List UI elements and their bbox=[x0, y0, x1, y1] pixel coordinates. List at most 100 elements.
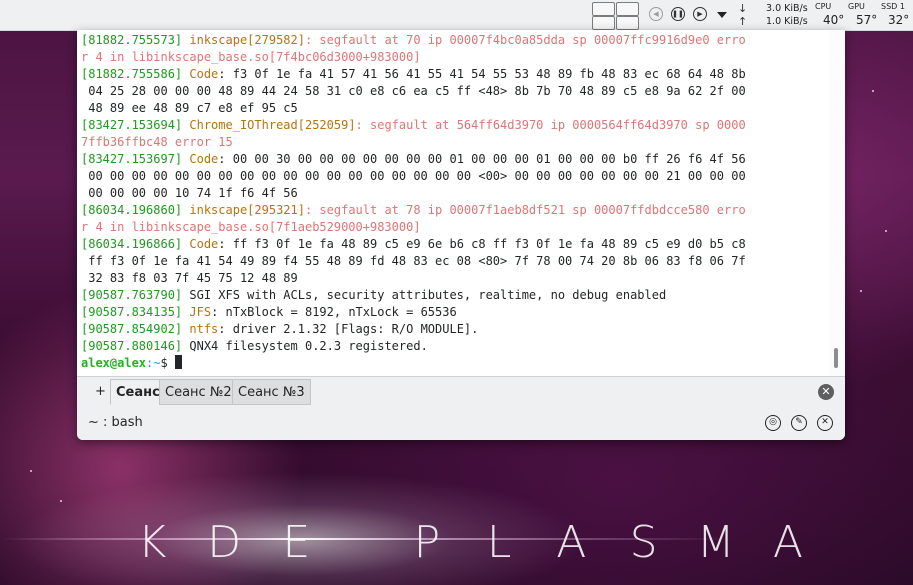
terminal-text: 48 89 ee 48 89 c7 e8 ef 95 c5 bbox=[81, 101, 298, 115]
prompt-line[interactable]: alex@alex:~$ bbox=[81, 355, 826, 372]
virtual-desktop-1[interactable] bbox=[592, 2, 615, 16]
terminal-line: 00 00 00 00 00 00 00 00 00 00 00 00 00 0… bbox=[81, 168, 826, 185]
terminal-text: Chrome_IOThread[252059] bbox=[189, 118, 356, 132]
status-bar: ~ : bash ◎ ✎ ✕ bbox=[77, 407, 845, 440]
terminal-output: [81882.755573] inkscape[279582]: segfaul… bbox=[81, 32, 826, 372]
close-circle-icon[interactable]: ✕ bbox=[818, 384, 834, 400]
virtual-desktop-3[interactable] bbox=[592, 16, 615, 30]
logo-letter: S bbox=[629, 516, 658, 568]
tab-session-1[interactable]: Сеанс bbox=[110, 379, 166, 405]
pause-icon[interactable]: ❚❚ bbox=[671, 7, 685, 21]
terminal-text: ntfs bbox=[189, 322, 219, 336]
close-session-icon[interactable]: ✕ bbox=[817, 415, 833, 431]
terminal-text: : segfault at 78 ip 00007f1aeb8df521 sp … bbox=[304, 203, 746, 217]
virtual-desktop-2[interactable] bbox=[616, 2, 639, 16]
terminal-text: : segfault at 70 ip 00007f4bc0a85dda sp … bbox=[304, 33, 746, 47]
terminal-line: r 4 in libinkscape_base.so[7f1aeb529000+… bbox=[81, 219, 826, 236]
terminal-text: [81882.755573] bbox=[81, 33, 190, 47]
terminal-text: [81882.755586] bbox=[81, 67, 190, 81]
cpu-label: CPU bbox=[815, 2, 832, 11]
tab-session-3[interactable]: Сеанс №3 bbox=[232, 379, 311, 405]
terminal-text: : segfault at 564ff64d3970 ip 0000564ff6… bbox=[355, 118, 746, 132]
terminal-text: : f3 0f 1e fa 41 57 41 56 41 55 41 54 55… bbox=[218, 67, 746, 81]
terminal-text: 00 00 00 00 10 74 1f f6 4f 56 bbox=[81, 186, 298, 200]
session-title: ~ : bash bbox=[88, 415, 143, 430]
terminal-text: 32 83 f8 03 7f 45 75 12 48 89 bbox=[81, 271, 298, 285]
terminal-text: Code bbox=[189, 237, 219, 251]
terminal-line: [90587.880146] QNX4 filesystem 0.2.3 reg… bbox=[81, 338, 826, 355]
star bbox=[885, 230, 887, 232]
previous-track-icon[interactable]: ◀ bbox=[649, 7, 663, 21]
terminal-line: [90587.763790] SGI XFS with ACLs, securi… bbox=[81, 287, 826, 304]
terminal-text: r 4 in libinkscape_base.so[7f4bc06d3000+… bbox=[81, 50, 421, 64]
star bbox=[30, 470, 32, 472]
prompt-path: :~ bbox=[146, 356, 161, 370]
terminal-line: r 4 in libinkscape_base.so[7f4bc06d3000+… bbox=[81, 49, 826, 66]
gpu-label: GPU bbox=[848, 2, 865, 11]
terminal-text: : driver 2.1.32 [Flags: R/O MODULE]. bbox=[218, 322, 479, 336]
terminal-line: [86034.196860] inkscape[295321]: segfaul… bbox=[81, 202, 826, 219]
terminal-text: [90587.763790] bbox=[81, 288, 190, 302]
terminal-view[interactable]: [81882.755573] inkscape[279582]: segfaul… bbox=[77, 30, 829, 376]
terminal-text: inkscape[295321] bbox=[189, 203, 305, 217]
terminal-text: : ff f3 0f 1e fa 48 89 c5 e9 6e b6 c8 ff… bbox=[218, 237, 746, 251]
terminal-line: [81882.755586] Code: f3 0f 1e fa 41 57 4… bbox=[81, 66, 826, 83]
text-cursor bbox=[174, 355, 182, 369]
terminal-line: [81882.755573] inkscape[279582]: segfaul… bbox=[81, 32, 826, 49]
terminal-text: 04 25 28 00 00 00 48 89 44 24 58 31 c0 e… bbox=[81, 84, 746, 98]
scrollbar-thumb[interactable] bbox=[834, 348, 838, 368]
terminal-text: [90587.880146] bbox=[81, 339, 190, 353]
logo-letter: P bbox=[413, 516, 441, 568]
new-tab-button[interactable]: + bbox=[95, 384, 106, 399]
upload-arrow-icon: ↑ bbox=[738, 15, 748, 28]
terminal-text: [83427.153697] bbox=[81, 152, 190, 166]
logo-letter: M bbox=[696, 516, 735, 568]
ssd-label: SSD 1 bbox=[881, 2, 905, 11]
terminal-text: JFS bbox=[189, 305, 212, 319]
terminal-text: [90587.854902] bbox=[81, 322, 190, 336]
session-tab-bar: + Сеанс Сеанс №2 Сеанс №3 ✕ bbox=[77, 376, 845, 408]
terminal-text: ff f3 0f 1e fa 41 54 49 89 f4 55 48 89 f… bbox=[81, 254, 746, 268]
top-panel: ◀ ❚❚ ▶ ↓ ↑ 3.0 KiB/s 1.0 KiB/s CPU 40° G… bbox=[0, 0, 913, 31]
terminal-text: inkscape[279582] bbox=[189, 33, 305, 47]
logo-letter: A bbox=[556, 516, 587, 568]
logo-letter: D bbox=[207, 516, 242, 568]
terminal-text: : nTxBlock = 8192, nTxLock = 65536 bbox=[211, 305, 457, 319]
konsole-window: [81882.755573] inkscape[279582]: segfaul… bbox=[77, 30, 845, 440]
terminal-text: [83427.153694] bbox=[81, 118, 190, 132]
ssd-temp: 32° bbox=[888, 13, 910, 27]
prompt-user-host: alex@alex bbox=[81, 356, 147, 370]
logo-letter: A bbox=[772, 516, 804, 568]
next-track-icon[interactable]: ▶ bbox=[693, 7, 707, 21]
terminal-text: Code bbox=[189, 67, 219, 81]
logo-letter: E bbox=[282, 516, 311, 568]
virtual-desktop-4[interactable] bbox=[616, 16, 639, 30]
terminal-text: 00 00 00 00 00 00 00 00 00 00 00 00 00 0… bbox=[81, 169, 746, 183]
terminal-line: ff f3 0f 1e fa 41 54 49 89 f4 55 48 89 f… bbox=[81, 253, 826, 270]
terminal-text: [86034.196866] bbox=[81, 237, 190, 251]
tab-session-2[interactable]: Сеанс №2 bbox=[159, 379, 238, 405]
download-arrow-icon: ↓ bbox=[738, 2, 748, 15]
terminal-text: QNX4 filesystem 0.2.3 registered. bbox=[189, 339, 428, 353]
gpu-temp: 57° bbox=[856, 13, 878, 27]
dropdown-arrow-icon[interactable] bbox=[717, 12, 727, 18]
terminal-line: [90587.854902] ntfs: driver 2.1.32 [Flag… bbox=[81, 321, 826, 338]
download-speed: 3.0 KiB/s bbox=[766, 3, 808, 14]
terminal-line: 48 89 ee 48 89 c7 e8 ef 95 c5 bbox=[81, 100, 826, 117]
settings-icon[interactable]: ✎ bbox=[791, 415, 807, 431]
terminal-text: SGI XFS with ACLs, security attributes, … bbox=[189, 288, 667, 302]
terminal-line: 32 83 f8 03 7f 45 75 12 48 89 bbox=[81, 270, 826, 287]
star bbox=[872, 90, 874, 92]
terminal-line: 04 25 28 00 00 00 48 89 44 24 58 31 c0 e… bbox=[81, 83, 826, 100]
scrollbar[interactable] bbox=[829, 30, 843, 376]
terminal-text: r 4 in libinkscape_base.so[7f1aeb529000+… bbox=[81, 220, 421, 234]
terminal-line: [86034.196866] Code: ff f3 0f 1e fa 48 8… bbox=[81, 236, 826, 253]
star bbox=[60, 500, 62, 502]
terminal-text: [90587.834135] bbox=[81, 305, 190, 319]
terminal-line: [83427.153694] Chrome_IOThread[252059]: … bbox=[81, 117, 826, 134]
terminal-line: [90587.834135] JFS: nTxBlock = 8192, nTx… bbox=[81, 304, 826, 321]
terminal-text: 7ffb36ffbc48 error 15 bbox=[81, 135, 233, 149]
logo-letter: K bbox=[137, 516, 167, 568]
monitor-activity-icon[interactable]: ◎ bbox=[765, 415, 781, 431]
cpu-temp: 40° bbox=[823, 13, 845, 27]
